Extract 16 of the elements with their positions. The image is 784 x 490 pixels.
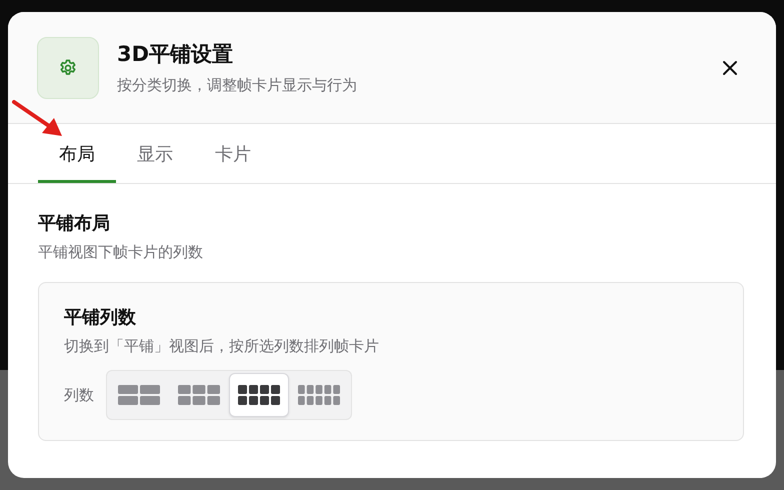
tab[interactable]: 卡片 bbox=[194, 124, 272, 183]
card-title: 平铺列数 bbox=[64, 306, 137, 329]
card-description: 切换到「平铺」视图后，按所选列数排列帧卡片 bbox=[64, 337, 380, 356]
tab[interactable]: 显示 bbox=[116, 124, 194, 183]
column-option[interactable] bbox=[229, 373, 289, 417]
dialog-subtitle: 按分类切换，调整帧卡片显示与行为 bbox=[117, 76, 358, 95]
grid-icon bbox=[118, 385, 160, 405]
section-title: 平铺布局 bbox=[38, 212, 111, 235]
grid-icon bbox=[178, 385, 220, 405]
close-icon bbox=[722, 60, 738, 76]
field-label: 列数 bbox=[64, 386, 94, 404]
gear-icon bbox=[58, 58, 78, 78]
grid-icon bbox=[298, 385, 340, 405]
grid-icon bbox=[238, 385, 280, 405]
section-description: 平铺视图下帧卡片的列数 bbox=[38, 243, 204, 262]
dialog-title: 3D平铺设置 bbox=[117, 41, 234, 68]
